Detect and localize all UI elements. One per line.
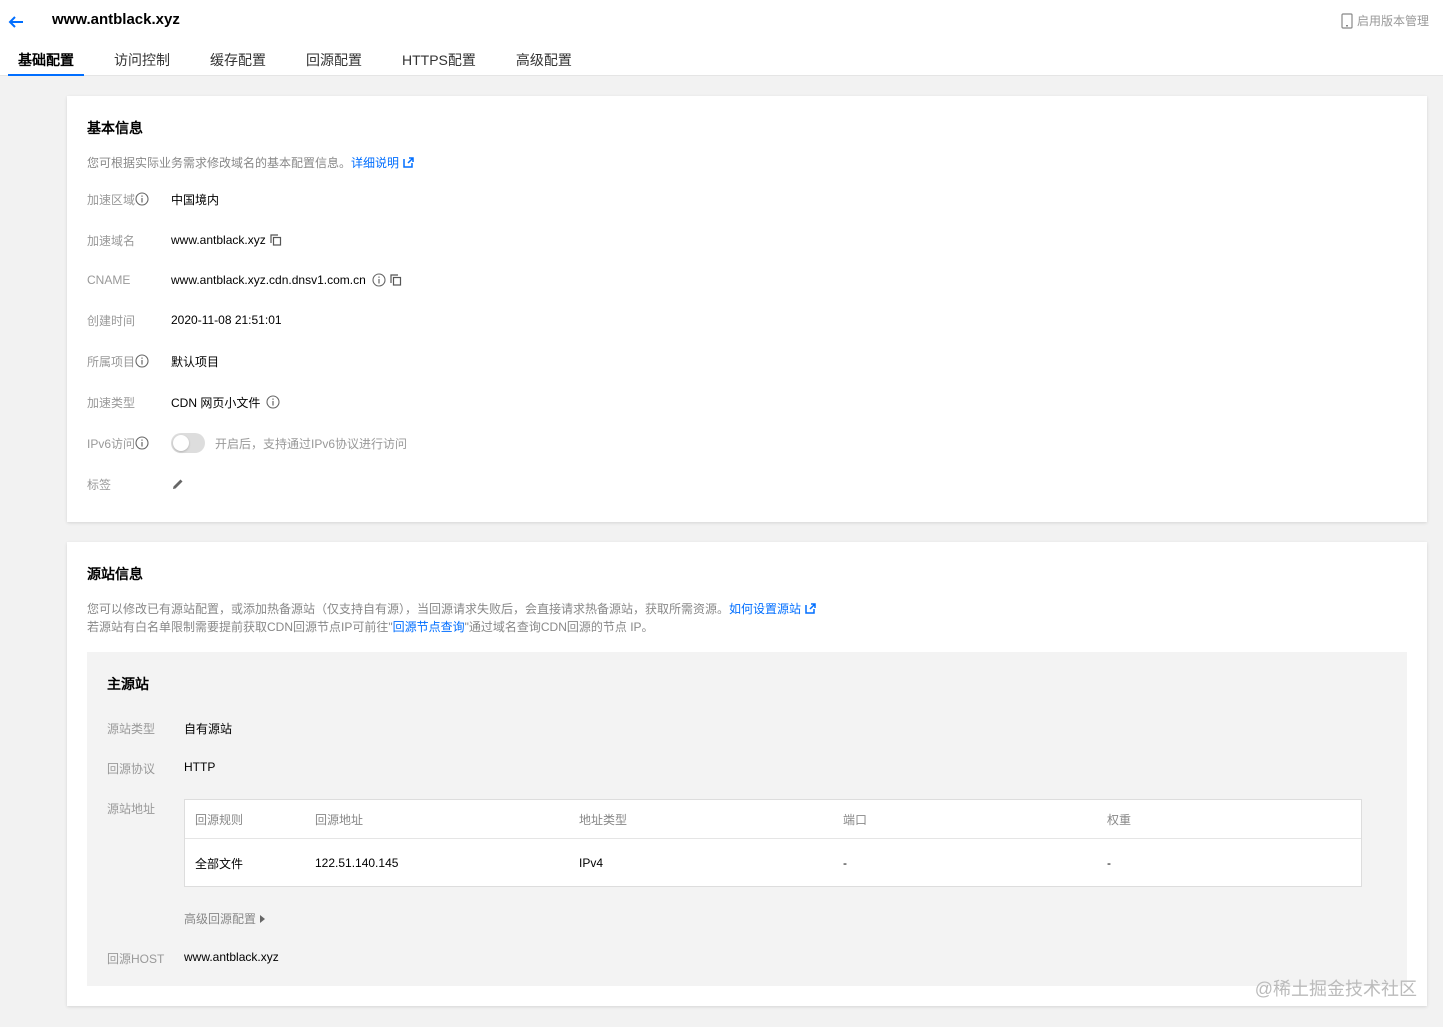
cname-label: CNAME	[87, 273, 131, 287]
row-area: 加速区域 中国境内	[87, 189, 219, 209]
origin-host-value: www.antblack.xyz	[184, 950, 279, 964]
origin-protocol-value: HTTP	[184, 760, 216, 774]
header-address-type: 地址类型	[579, 812, 628, 827]
row-origin-type: 源站类型 自有源站	[107, 720, 232, 737]
table-row: 全部文件 122.51.140.145 IPv4 - -	[185, 839, 1361, 887]
tags-label: 标签	[87, 477, 112, 492]
area-label: 加速区域	[87, 192, 136, 207]
main-origin-panel: 主源站 源站类型 自有源站 回源协议 HTTP 源站地址 回源规则 回源地址 地…	[87, 652, 1407, 986]
external-link-icon	[805, 603, 816, 614]
top-bar: www.antblack.xyz 启用版本管理 基础配置 访问控制 缓存配置 回…	[0, 0, 1443, 76]
device-icon	[1341, 12, 1353, 29]
ipv6-toggle[interactable]	[171, 433, 205, 453]
origin-desc2-pre: 若源站有白名单限制需要提前获取CDN回源节点IP可前往"	[87, 620, 393, 634]
origin-desc2-post: "通过域名查询CDN回源的节点 IP。	[464, 620, 654, 634]
external-link-icon	[403, 157, 414, 168]
row-origin-address: 源站地址	[107, 800, 184, 817]
details-link[interactable]: 详细说明	[351, 156, 414, 170]
info-icon[interactable]	[135, 436, 149, 450]
origin-info-title: 源站信息	[87, 566, 143, 582]
advanced-origin-config-label: 高级回源配置	[184, 912, 257, 926]
header-address: 回源地址	[315, 812, 364, 827]
copy-icon[interactable]	[390, 274, 402, 286]
row-ipv6: IPv6访问 开启后，支持通过IPv6协议进行访问	[87, 433, 407, 453]
origin-type-value: 自有源站	[184, 722, 233, 736]
basic-info-title: 基本信息	[87, 120, 143, 136]
row-domain: 加速域名 www.antblack.xyz	[87, 230, 282, 250]
tab-advanced-config[interactable]: 高级配置	[506, 44, 582, 76]
origin-address-label: 源站地址	[107, 802, 156, 816]
type-value: CDN 网页小文件	[171, 395, 261, 410]
tab-origin-config[interactable]: 回源配置	[296, 44, 372, 76]
basic-info-description: 您可根据实际业务需求修改域名的基本配置信息。详细说明	[87, 154, 414, 172]
type-label: 加速类型	[87, 395, 136, 410]
origin-type-label: 源站类型	[107, 722, 156, 736]
project-label: 所属项目	[87, 354, 136, 369]
header-rule: 回源规则	[195, 812, 244, 827]
table-header: 回源规则 回源地址 地址类型 端口 权重	[185, 800, 1361, 839]
version-management-button[interactable]: 启用版本管理	[1341, 12, 1429, 29]
page-title: www.antblack.xyz	[52, 11, 180, 28]
tab-basic-config[interactable]: 基础配置	[8, 44, 84, 76]
header-weight: 权重	[1107, 812, 1132, 827]
tab-access-control[interactable]: 访问控制	[104, 44, 180, 76]
domain-value: www.antblack.xyz	[171, 233, 266, 247]
how-to-set-origin-label: 如何设置源站	[729, 602, 802, 616]
ipv6-hint: 开启后，支持通过IPv6协议进行访问	[215, 436, 408, 451]
ipv6-label: IPv6访问	[87, 436, 136, 451]
info-icon[interactable]	[135, 192, 149, 206]
origin-desc-text: 您可以修改已有源站配置，或添加热备源站（仅支持自有源），当回源请求失败后，会直接…	[87, 602, 730, 616]
details-link-label: 详细说明	[351, 156, 400, 170]
origin-info-card: 源站信息 您可以修改已有源站配置，或添加热备源站（仅支持自有源），当回源请求失败…	[67, 542, 1427, 1006]
origin-address-table: 回源规则 回源地址 地址类型 端口 权重 全部文件 122.51.140.145…	[184, 799, 1362, 887]
project-value: 默认项目	[171, 354, 220, 369]
watermark: @稀土掘金技术社区	[1254, 979, 1417, 999]
config-tabs: 基础配置 访问控制 缓存配置 回源配置 HTTPS配置 高级配置	[8, 44, 602, 76]
version-management-label: 启用版本管理	[1356, 14, 1429, 28]
area-value: 中国境内	[171, 192, 220, 207]
row-origin-protocol: 回源协议 HTTP	[107, 760, 215, 777]
tab-cache-config[interactable]: 缓存配置	[200, 44, 276, 76]
toggle-knob	[173, 435, 189, 451]
row-project: 所属项目 默认项目	[87, 351, 219, 371]
created-label: 创建时间	[87, 313, 136, 328]
row-origin-host: 回源HOST www.antblack.xyz	[107, 950, 279, 967]
row-type: 加速类型 CDN 网页小文件	[87, 392, 280, 412]
cname-value: www.antblack.xyz.cdn.dnsv1.com.cn	[171, 273, 366, 287]
origin-node-query-link[interactable]: 回源节点查询	[393, 620, 465, 634]
cell-address: 122.51.140.145	[315, 856, 399, 870]
origin-protocol-label: 回源协议	[107, 762, 156, 776]
header-port: 端口	[843, 812, 868, 827]
info-icon[interactable]	[135, 354, 149, 368]
origin-host-label: 回源HOST	[107, 952, 165, 966]
main-origin-title: 主源站	[107, 676, 149, 692]
tab-https-config[interactable]: HTTPS配置	[392, 44, 486, 76]
caret-right-icon	[260, 914, 266, 923]
basic-info-card: 基本信息 您可根据实际业务需求修改域名的基本配置信息。详细说明 加速区域 中国境…	[67, 96, 1427, 522]
row-cname: CNAME www.antblack.xyz.cdn.dnsv1.com.cn	[87, 270, 402, 290]
info-icon[interactable]	[266, 395, 280, 409]
cell-weight: -	[1107, 856, 1111, 870]
domain-label: 加速域名	[87, 233, 136, 248]
row-tags: 标签	[87, 474, 185, 494]
how-to-set-origin-link[interactable]: 如何设置源站	[729, 602, 816, 616]
advanced-origin-config-toggle[interactable]: 高级回源配置	[184, 910, 266, 927]
created-value: 2020-11-08 21:51:01	[171, 313, 282, 327]
cell-rule: 全部文件	[195, 856, 244, 871]
cell-port: -	[843, 856, 847, 870]
edit-pencil-icon[interactable]	[171, 477, 185, 491]
cell-address-type: IPv4	[579, 856, 604, 870]
copy-icon[interactable]	[270, 234, 282, 246]
origin-info-description: 您可以修改已有源站配置，或添加热备源站（仅支持自有源），当回源请求失败后，会直接…	[87, 600, 816, 636]
back-arrow-icon[interactable]	[6, 12, 26, 32]
basic-info-desc-text: 您可根据实际业务需求修改域名的基本配置信息。	[87, 156, 352, 170]
row-created: 创建时间 2020-11-08 21:51:01	[87, 310, 282, 330]
info-icon[interactable]	[372, 273, 386, 287]
